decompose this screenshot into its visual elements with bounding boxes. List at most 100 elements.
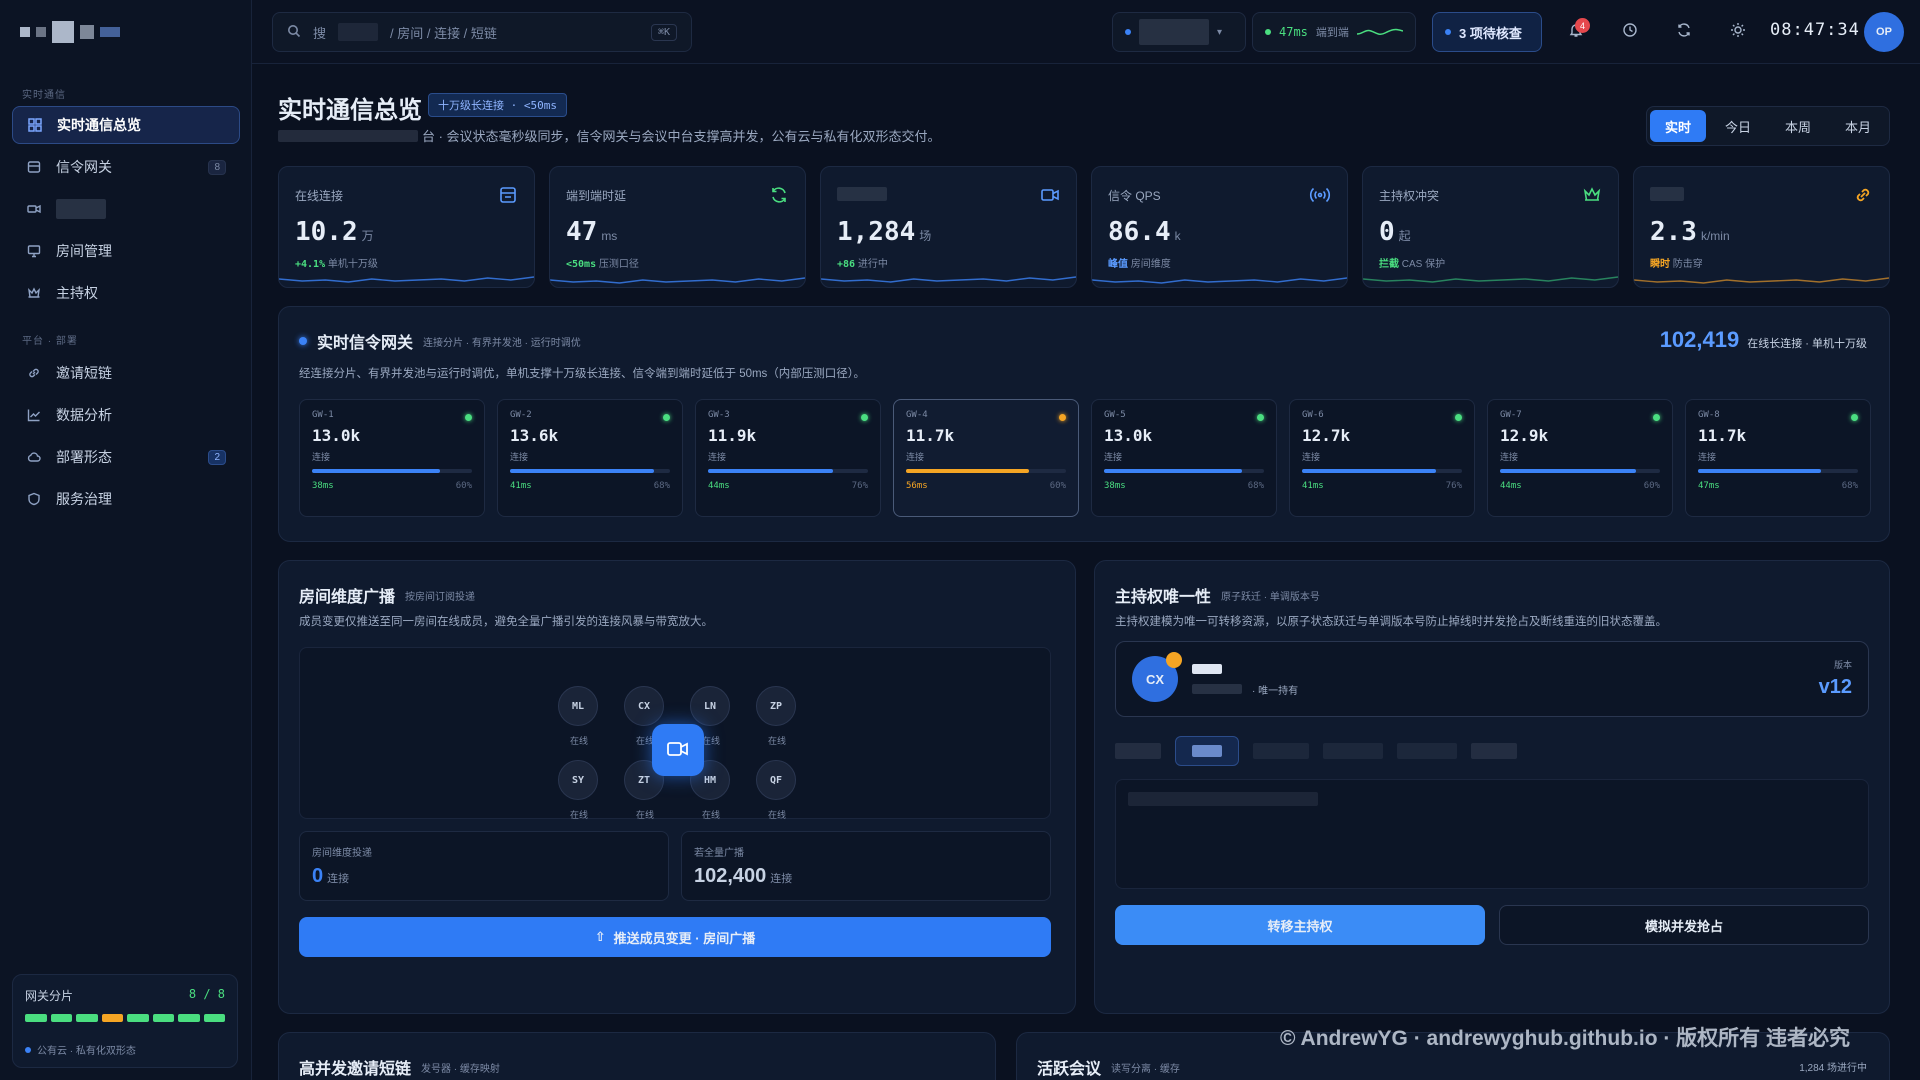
kpi-label-redacted (837, 187, 1060, 204)
room-member[interactable]: QF 在线 (756, 760, 798, 821)
room-member[interactable]: ZP 在线 (756, 686, 798, 747)
button-label: 推送成员变更 · 房间广播 (613, 930, 756, 946)
kpi-card: 信令 QPS 86.4 k 峰值 房间维度 (1091, 166, 1348, 288)
avatar[interactable]: OP (1864, 12, 1904, 52)
sidebar-item-meetings[interactable] (12, 190, 240, 228)
status-dot (1257, 414, 1264, 421)
sidebar-item-label: 实时通信总览 (57, 117, 141, 133)
node-latency: 56ms (906, 481, 928, 491)
notification-button[interactable]: 4 (1556, 12, 1596, 52)
chip-selected[interactable] (1175, 736, 1239, 766)
node-load-fill (510, 469, 654, 473)
member-avatar: QF (756, 760, 796, 800)
node-load-fill (1500, 469, 1636, 473)
sidebar-item-label: 信令网关 (56, 159, 112, 175)
chip-redacted[interactable] (1253, 743, 1309, 759)
gateway-node-card[interactable]: GW-6 12.7k 连接 41ms 76% (1289, 399, 1475, 517)
chip-redacted[interactable] (1323, 743, 1383, 759)
sidebar-item-analytics[interactable]: 数据分析 (12, 396, 240, 434)
search-input[interactable]: 搜 / 房间 / 连接 / 短链 ⌘K (272, 12, 692, 52)
sidebar-item-rooms[interactable]: 房间管理 (12, 232, 240, 270)
room-member[interactable]: ML 在线 (558, 686, 600, 747)
status-dot (1265, 29, 1271, 35)
kpi-card: 1,284 场 +86 进行中 (820, 166, 1077, 288)
shard-footer: 公有云 · 私有化双形态 (37, 1046, 136, 1057)
chip-redacted[interactable] (1471, 743, 1517, 759)
kpi-value: 2.3 (1650, 217, 1697, 247)
sidebar-badge: 2 (208, 449, 226, 465)
gateway-node-card[interactable]: GW-5 13.0k 连接 38ms 68% (1091, 399, 1277, 517)
history-button[interactable] (1610, 12, 1650, 52)
gateway-node-card[interactable]: GW-7 12.9k 连接 44ms 60% (1487, 399, 1673, 517)
node-id: GW-8 (1698, 410, 1720, 420)
room-member[interactable]: SY 在线 (558, 760, 600, 821)
holder-note: · 唯一持有 (1252, 686, 1299, 697)
sidebar-item-label: 数据分析 (56, 407, 112, 423)
sidebar-item-shortlinks[interactable]: 邀请短链 (12, 354, 240, 392)
node-load-fill (1302, 469, 1437, 473)
status-dot (861, 414, 868, 421)
gateway-node-card[interactable]: GW-3 11.9k 连接 44ms 76% (695, 399, 881, 517)
kpi-card: 主持权冲突 0 起拦截 CAS 保护 (1362, 166, 1619, 288)
sidebar-item-governance[interactable]: 服务治理 (12, 480, 240, 518)
room-hub (652, 724, 704, 776)
environment-redacted (1139, 19, 1209, 45)
sidebar-item-overview[interactable]: 实时通信总览 (12, 106, 240, 144)
search-icon (287, 24, 301, 41)
crown-icon (26, 285, 42, 301)
gateway-node-card[interactable]: GW-8 11.7k 连接 47ms 68% (1685, 399, 1871, 517)
push-member-change-button[interactable]: ⇧ 推送成员变更 · 房间广播 (299, 917, 1051, 957)
latency-value: 47ms (1279, 25, 1308, 39)
node-id: GW-4 (906, 410, 928, 420)
theme-toggle[interactable] (1718, 12, 1758, 52)
room-topology: ML 在线 CX 在线 LN 在线 ZP 在线 SY 在线 ZT 在线 HM 在线 QF 在线 (299, 647, 1051, 821)
node-conn-label: 连接 (906, 452, 925, 462)
button-label: 转移主持权 (1267, 918, 1333, 934)
sidebar-item-deploy[interactable]: 部署形态 2 (12, 438, 240, 476)
member-avatar: LN (690, 686, 730, 726)
gateway-node-card[interactable]: GW-1 13.0k 连接 38ms 60% (299, 399, 485, 517)
server-icon (26, 159, 42, 175)
gateway-node-card[interactable]: GW-4 11.7k 连接 56ms 60% (893, 399, 1079, 517)
tab-week[interactable]: 本周 (1770, 110, 1826, 142)
subtitle-redacted (278, 129, 418, 142)
member-avatar: SY (558, 760, 598, 800)
tab-realtime[interactable]: 实时 (1650, 110, 1706, 142)
pending-review-button[interactable]: 3 项待核查 (1432, 12, 1542, 52)
refresh-button[interactable] (1664, 12, 1704, 52)
node-load-bar (1104, 469, 1264, 473)
sidebar-item-host[interactable]: 主持权 (12, 274, 240, 312)
tab-today[interactable]: 今日 (1710, 110, 1766, 142)
environment-selector[interactable]: ▾ (1112, 12, 1246, 52)
room-broadcast-panel: 房间维度广播 按房间订阅投递 成员变更仅推送至同一房间在线成员，避免全量广播引发… (278, 560, 1076, 1014)
sidebar-item-label: 部署形态 (56, 449, 112, 465)
node-load: 68% (1247, 481, 1264, 491)
node-load-fill (708, 469, 833, 473)
refresh-icon (1676, 22, 1692, 43)
kpi-unit: k (1174, 229, 1181, 243)
tab-month[interactable]: 本月 (1830, 110, 1886, 142)
crown-icon (1582, 185, 1602, 210)
kpi-label: 主持权冲突 (1379, 189, 1440, 203)
sidebar-item-label: 服务治理 (56, 491, 112, 507)
node-load-bar (1698, 469, 1858, 473)
status-dot (1653, 414, 1660, 421)
node-latency: 44ms (708, 481, 730, 491)
button-label: 模拟并发抢占 (1644, 918, 1723, 934)
full-broadcast-stat: 若全量广播 102,400 连接 (681, 831, 1051, 901)
node-connections: 11.7k (906, 426, 955, 445)
sidebar-badge: 8 (208, 159, 226, 175)
gateway-tags: 连接分片 · 有界并发池 · 运行时调优 (423, 337, 581, 349)
node-connections: 11.9k (708, 426, 757, 445)
link-icon (1853, 185, 1873, 210)
gateway-node-card[interactable]: GW-2 13.6k 连接 41ms 68% (497, 399, 683, 517)
kpi-unit: k/min (1700, 229, 1730, 243)
shard-bar (50, 1014, 72, 1022)
status-dot (663, 414, 670, 421)
sidebar-item-gateway[interactable]: 信令网关 8 (12, 148, 240, 186)
transfer-host-button[interactable]: 转移主持权 (1115, 905, 1485, 945)
simulate-contention-button[interactable]: 模拟并发抢占 (1499, 905, 1869, 945)
shield-icon (26, 491, 42, 507)
chip-redacted[interactable] (1115, 743, 1161, 759)
chip-redacted[interactable] (1397, 743, 1457, 759)
